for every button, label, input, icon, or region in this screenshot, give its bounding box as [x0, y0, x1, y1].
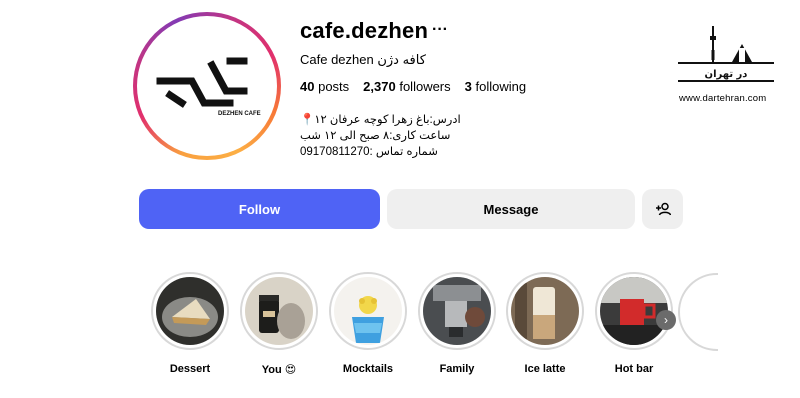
following-stat[interactable]: 3 following	[465, 79, 526, 94]
highlight-thumbnail	[511, 277, 579, 345]
profile-username: cafe.dezhen	[300, 18, 429, 43]
highlight-thumbnail	[600, 277, 668, 345]
highlight-thumbnail	[156, 277, 224, 345]
highlight-label: Family	[439, 363, 475, 375]
highlight-label: You 😍	[261, 364, 297, 376]
bio-line-hours: ساعت کاری:۸ صبح الی ۱۲ شب	[300, 130, 451, 142]
highlight-thumbnail	[334, 277, 402, 345]
avatar-logo: DEZHEN CAFE	[141, 20, 273, 152]
bio-line-address: 📍ادرس:باغ زهرا کوچه عرفان ۱۲	[300, 114, 461, 126]
profile-full-name: Cafe dezhen کافه دژن	[300, 52, 426, 67]
highlight-ring	[240, 272, 318, 350]
chevron-right-icon[interactable]: ›	[656, 310, 676, 330]
profile-stats: 40 posts 2,370 followers 3 following	[300, 79, 526, 94]
highlight-thumbnail	[423, 277, 491, 345]
highlight-ring	[418, 272, 496, 350]
suggest-accounts-button[interactable]	[642, 189, 683, 229]
followers-label: followers	[399, 79, 451, 94]
profile-avatar[interactable]: DEZHEN CAFE	[133, 12, 281, 160]
followers-stat[interactable]: 2,370 followers	[363, 79, 450, 94]
highlight-ring	[506, 272, 584, 350]
posts-count: 40	[300, 79, 315, 94]
followers-count: 2,370	[363, 79, 396, 94]
highlight-family[interactable]: Family	[417, 272, 497, 375]
message-button[interactable]: Message	[387, 189, 635, 229]
highlight-label: Dessert	[169, 363, 211, 375]
highlight-thumbnail	[245, 277, 313, 345]
posts-stat: 40 posts	[300, 79, 349, 94]
following-count: 3	[464, 79, 472, 94]
story-highlights: Dessert You 😍 Mocktails Family Ice latte…	[150, 272, 690, 382]
add-person-icon	[655, 202, 671, 216]
highlight-ring	[151, 272, 229, 350]
avatar-inner: DEZHEN CAFE	[137, 16, 277, 156]
highlight-label: Hot bar	[614, 363, 654, 375]
highlight-partial[interactable]	[678, 273, 718, 351]
bio-line-phone: شماره تماس :09170811270	[300, 146, 438, 158]
highlight-you[interactable]: You 😍	[239, 272, 319, 376]
following-label: following	[475, 79, 527, 94]
highlight-mocktails[interactable]: Mocktails	[328, 272, 408, 375]
follow-button[interactable]: Follow	[139, 189, 380, 229]
profile-bio: 📍ادرس:باغ زهرا کوچه عرفان ۱۲ ساعت کاری:۸…	[300, 112, 461, 160]
highlight-ring	[329, 272, 407, 350]
watermark-url: www.dartehran.com	[679, 93, 767, 104]
ellipsis-icon[interactable]: ···	[432, 21, 448, 39]
highlight-ice-latte[interactable]: Ice latte	[505, 272, 585, 375]
avatar-logo-text: DEZHEN CAFE	[218, 111, 261, 117]
highlight-dessert[interactable]: Dessert	[150, 272, 230, 375]
highlight-label: Mocktails	[342, 363, 394, 375]
dezhen-logo: DEZHEN CAFE	[156, 57, 261, 117]
dartehran-logo-text: در تهران	[705, 69, 748, 80]
highlight-label: Ice latte	[524, 363, 566, 375]
posts-label: posts	[318, 79, 350, 94]
